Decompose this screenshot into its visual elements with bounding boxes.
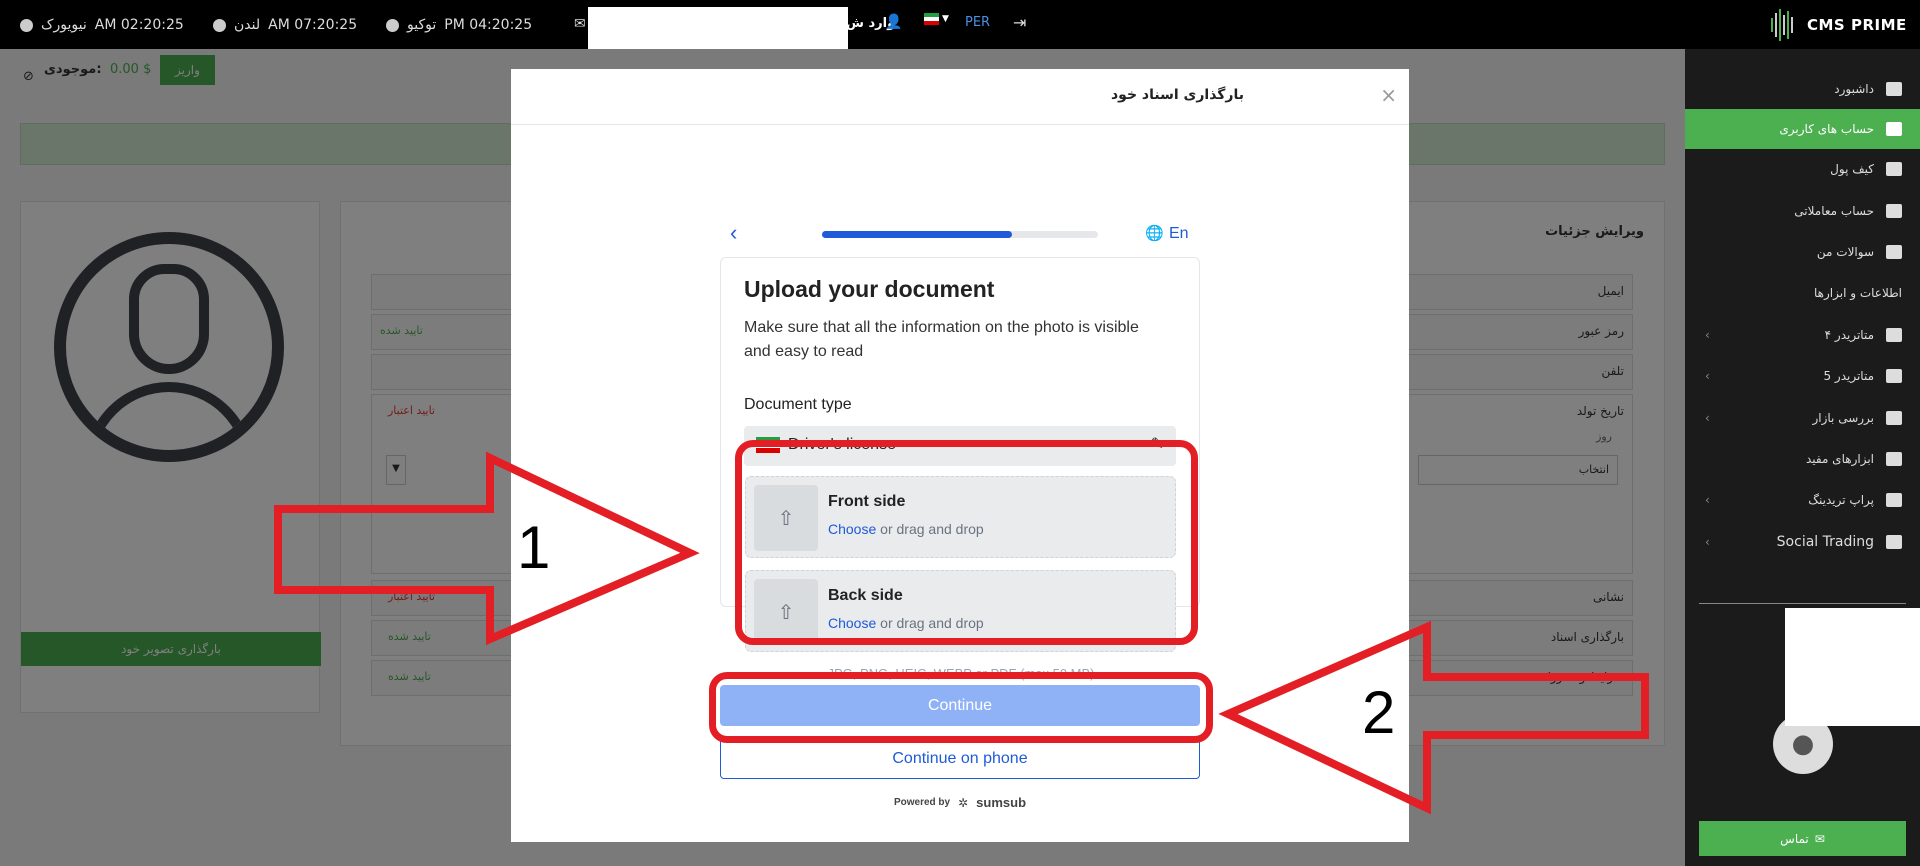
- annotation-label-1: 1: [517, 514, 551, 581]
- annotation-label-2: 2: [1362, 679, 1396, 746]
- arrow-2: [1218, 620, 1649, 815]
- arrow-1: [274, 451, 700, 646]
- annotation-arrows: [274, 451, 1649, 815]
